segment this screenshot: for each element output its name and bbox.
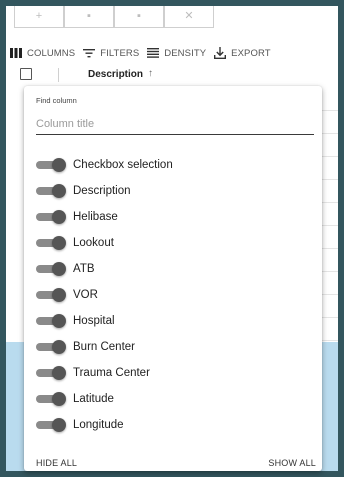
toggle-switch[interactable] — [36, 366, 66, 380]
top-tab-strip: + ▪ ▪ ✕ — [14, 6, 214, 30]
column-toggle-label: Checkbox selection — [73, 159, 173, 171]
columns-panel: Find column Checkbox selection Descripti… — [24, 86, 322, 471]
delete-icon[interactable]: ▪ — [64, 6, 114, 28]
toggle-switch[interactable] — [36, 184, 66, 198]
find-column-input[interactable] — [36, 114, 314, 135]
close-icon[interactable]: ✕ — [164, 6, 214, 28]
toggle-switch[interactable] — [36, 418, 66, 432]
column-toggle-item[interactable]: ATB — [24, 256, 322, 282]
column-toggle-label: Longitude — [73, 419, 124, 431]
column-header-description[interactable]: Description — [88, 69, 143, 80]
columns-icon — [10, 48, 22, 58]
column-toggle-item[interactable]: Trauma Center — [24, 360, 322, 386]
column-toggle-item[interactable]: Checkbox selection — [24, 152, 322, 178]
column-toggle-item[interactable]: VOR — [24, 282, 322, 308]
toggle-switch[interactable] — [36, 158, 66, 172]
density-label: DENSITY — [164, 47, 207, 59]
toggle-switch[interactable] — [36, 340, 66, 354]
toggle-switch[interactable] — [36, 392, 66, 406]
show-all-button[interactable]: SHOW ALL — [268, 458, 316, 468]
columns-button[interactable]: COLUMNS — [10, 48, 75, 59]
column-toggle-label: Burn Center — [73, 341, 136, 353]
save-icon[interactable]: ▪ — [114, 6, 164, 28]
column-toggle-item[interactable]: Latitude — [24, 386, 322, 412]
column-toggle-item[interactable]: Burn Center — [24, 334, 322, 360]
hide-all-button[interactable]: HIDE ALL — [36, 458, 77, 468]
column-toggle-label: Hospital — [73, 315, 115, 327]
toggle-switch[interactable] — [36, 288, 66, 302]
find-column-label: Find column — [36, 96, 77, 105]
columns-label: COLUMNS — [27, 47, 76, 59]
column-toggle-item[interactable]: Description — [24, 178, 322, 204]
density-button[interactable]: DENSITY — [147, 48, 206, 59]
filters-label: FILTERS — [100, 47, 140, 59]
column-toggle-label: Helibase — [73, 211, 118, 223]
column-toggle-label: ATB — [73, 263, 95, 275]
toggle-switch[interactable] — [36, 236, 66, 250]
filters-button[interactable]: FILTERS — [83, 48, 139, 59]
column-divider — [58, 68, 59, 82]
toggle-switch[interactable] — [36, 262, 66, 276]
export-button[interactable]: EXPORT — [214, 47, 271, 59]
filter-icon — [83, 48, 96, 58]
column-toggle-label: Trauma Center — [73, 367, 150, 379]
column-toggle-label: Description — [73, 185, 131, 197]
column-toggle-item[interactable]: Helibase — [24, 204, 322, 230]
column-toggle-label: VOR — [73, 289, 98, 301]
arrow-up-icon[interactable]: ↑ — [148, 68, 153, 79]
column-toggle-label: Latitude — [73, 393, 114, 405]
select-all-checkbox[interactable] — [20, 68, 32, 80]
column-toggle-item[interactable]: Lookout — [24, 230, 322, 256]
add-icon[interactable]: + — [14, 6, 64, 28]
toggle-switch[interactable] — [36, 314, 66, 328]
columns-panel-footer: HIDE ALL SHOW ALL — [24, 458, 322, 471]
grid-toolbar: COLUMNS FILTERS DENSITY EXPORT — [6, 42, 338, 64]
column-toggle-item[interactable]: Longitude — [24, 412, 322, 438]
download-icon — [214, 47, 227, 59]
toggle-switch[interactable] — [36, 210, 66, 224]
density-icon — [147, 48, 160, 58]
column-toggle-list: Checkbox selection Description Helibase … — [24, 152, 322, 438]
column-toggle-item[interactable]: Hospital — [24, 308, 322, 334]
column-toggle-label: Lookout — [73, 237, 114, 249]
export-label: EXPORT — [231, 47, 271, 59]
